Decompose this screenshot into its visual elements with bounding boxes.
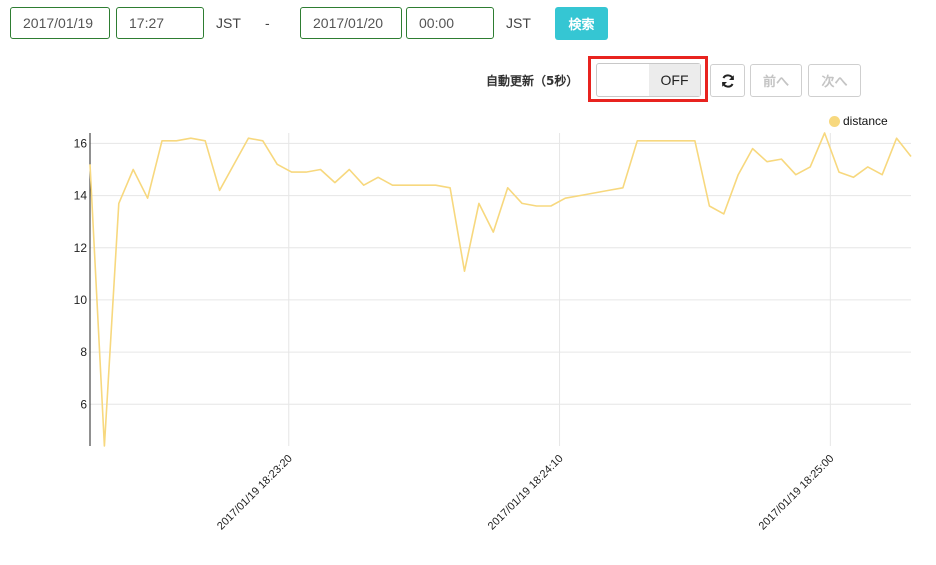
data-point xyxy=(895,137,897,139)
data-point xyxy=(492,231,494,233)
data-point xyxy=(867,166,869,168)
data-point xyxy=(290,171,292,173)
data-point xyxy=(910,155,912,157)
y-tick-label: 12 xyxy=(74,241,88,255)
data-point xyxy=(679,140,681,142)
data-point xyxy=(132,168,134,170)
data-point xyxy=(262,140,264,142)
data-point xyxy=(780,158,782,160)
data-point xyxy=(305,171,307,173)
y-tick-label: 10 xyxy=(74,293,88,307)
data-point xyxy=(89,163,91,165)
line-chart: 6 8 10 12 14 16 2017/01/19 18:23:20 2017/01/19 … xyxy=(74,132,912,533)
y-tick-label: 8 xyxy=(80,345,87,359)
data-point xyxy=(334,181,336,183)
data-point xyxy=(434,184,436,186)
data-point xyxy=(348,168,350,170)
data-point xyxy=(593,192,595,194)
data-point xyxy=(737,174,739,176)
data-point xyxy=(247,137,249,139)
data-point xyxy=(362,184,364,186)
y-tick-label: 16 xyxy=(74,136,88,150)
data-point xyxy=(190,137,192,139)
data-point xyxy=(751,147,753,149)
data-point xyxy=(651,140,653,142)
data-point xyxy=(521,202,523,204)
data-point xyxy=(118,202,120,204)
data-point xyxy=(175,140,177,142)
data-point xyxy=(377,176,379,178)
y-tick-label: 14 xyxy=(74,189,88,203)
data-point xyxy=(564,197,566,199)
y-tick-label: 6 xyxy=(80,397,87,411)
x-tick-label: 2017/01/19 18:24:10 xyxy=(486,453,566,533)
data-point xyxy=(708,205,710,207)
data-point xyxy=(233,163,235,165)
data-point xyxy=(391,184,393,186)
data-point xyxy=(406,184,408,186)
data-point xyxy=(463,270,465,272)
data-point xyxy=(550,205,552,207)
data-point xyxy=(622,187,624,189)
data-point xyxy=(161,140,163,142)
data-point xyxy=(535,205,537,207)
data-point xyxy=(478,202,480,204)
data-point xyxy=(766,160,768,162)
series-line-distance xyxy=(89,132,912,447)
data-point xyxy=(103,445,105,447)
data-point xyxy=(507,187,509,189)
data-point xyxy=(809,166,811,168)
data-point xyxy=(881,174,883,176)
data-point xyxy=(636,140,638,142)
data-point xyxy=(665,140,667,142)
data-point xyxy=(607,189,609,191)
data-point xyxy=(694,140,696,142)
data-point xyxy=(204,140,206,142)
data-point xyxy=(823,132,825,134)
data-point xyxy=(579,194,581,196)
data-point xyxy=(449,187,451,189)
data-point xyxy=(852,176,854,178)
data-point xyxy=(795,174,797,176)
data-point xyxy=(420,184,422,186)
data-point xyxy=(838,171,840,173)
x-tick-label: 2017/01/19 18:25:00 xyxy=(757,453,837,533)
data-point xyxy=(218,189,220,191)
data-point xyxy=(276,163,278,165)
x-tick-label: 2017/01/19 18:23:20 xyxy=(215,453,295,533)
data-point xyxy=(723,213,725,215)
data-point xyxy=(319,168,321,170)
data-point xyxy=(146,197,148,199)
